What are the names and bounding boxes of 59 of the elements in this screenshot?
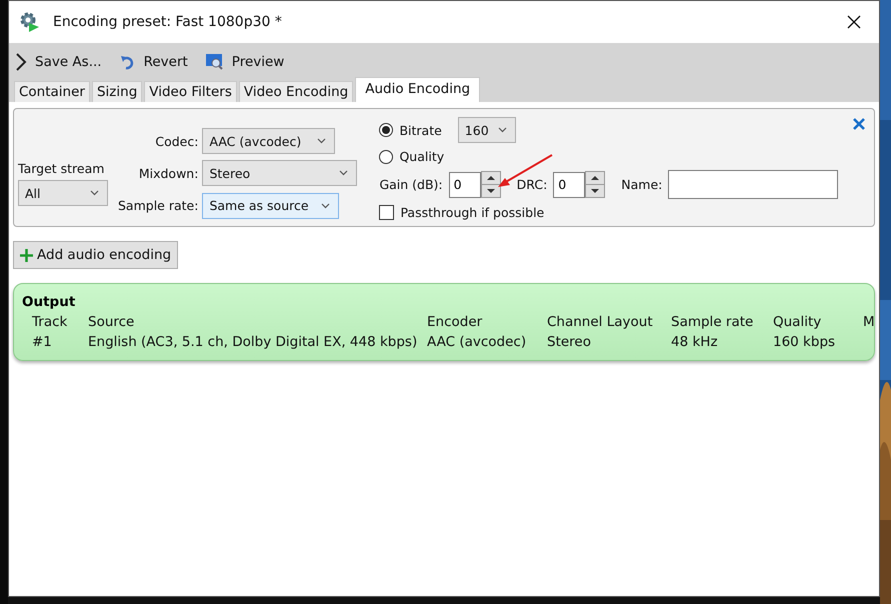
checkbox-label: Passthrough if possible xyxy=(400,205,544,220)
column-header: Channel Layout xyxy=(547,314,654,330)
codec-dropdown[interactable]: AAC (avcodec) xyxy=(202,128,336,154)
column-header: Source xyxy=(88,314,136,330)
field-label: Target stream xyxy=(18,161,106,176)
checkbox[interactable] xyxy=(379,205,394,220)
column-header: Track xyxy=(32,314,68,330)
window-title: Encoding preset: Fast 1080p30 * xyxy=(53,14,283,30)
preview-icon xyxy=(206,54,224,70)
gain-field[interactable]: 0 xyxy=(448,172,481,198)
target-stream-dropdown[interactable]: All xyxy=(18,180,108,206)
field-label: DRC: xyxy=(516,177,548,192)
tab[interactable]: Audio Encoding xyxy=(355,77,480,102)
spin-buttons[interactable] xyxy=(480,171,501,198)
chevron-down-icon xyxy=(498,127,507,133)
sample-rate-dropdown[interactable]: Same as source xyxy=(202,192,340,219)
table-cell-text: 160 kbps xyxy=(773,334,836,350)
column-header: Encoder xyxy=(427,314,484,330)
output-title: Output xyxy=(22,294,76,310)
toolbar-button[interactable]: Save As... xyxy=(15,52,102,72)
tab[interactable]: Container xyxy=(14,81,90,102)
chevron-down-icon xyxy=(321,202,330,209)
table-cell-text: #1 xyxy=(32,334,53,350)
toolbar-button[interactable]: Revert xyxy=(120,54,188,70)
radio-label: Bitrate xyxy=(399,122,442,138)
add-audio-encoding-button[interactable]: Add audio encoding xyxy=(13,241,178,269)
drc-field[interactable]: 0 xyxy=(553,172,586,198)
field-label: Mixdown: xyxy=(138,166,198,181)
field-label: Codec: xyxy=(154,134,198,149)
toolbar-button[interactable]: Preview xyxy=(206,54,284,70)
chevron-down-icon xyxy=(339,170,348,176)
table-cell-text: Stereo xyxy=(547,334,592,350)
field-label: Gain (dB): xyxy=(379,177,443,192)
undo-icon xyxy=(120,54,136,70)
table-cell-text: English (AC3, 5.1 ch, Dolby Digital EX, 448 kbps) xyxy=(88,334,418,350)
chevron-down-icon xyxy=(317,138,326,144)
column-header: Sample rate xyxy=(671,314,754,330)
mixdown-dropdown[interactable]: Stereo xyxy=(202,160,358,186)
tab[interactable]: Video Filters xyxy=(144,81,237,102)
field-label: Sample rate: xyxy=(118,198,198,214)
radio-label: Quality xyxy=(399,149,444,164)
bitrate-dropdown[interactable]: 160 xyxy=(458,117,516,143)
tab[interactable]: Video Encoding xyxy=(238,81,354,102)
chevron-down-icon xyxy=(90,190,99,196)
close-icon[interactable] xyxy=(852,117,866,131)
plus-icon xyxy=(20,248,33,262)
table-cell-text: AAC (avcodec) xyxy=(427,334,528,350)
name-field[interactable] xyxy=(668,170,838,199)
radio-button[interactable] xyxy=(379,123,394,137)
radio-button[interactable] xyxy=(379,150,394,164)
chevron-right-icon[interactable] xyxy=(15,52,27,72)
spin-buttons[interactable] xyxy=(585,171,606,198)
gear-icon xyxy=(19,11,41,33)
close-icon xyxy=(847,15,861,29)
tab[interactable]: Sizing xyxy=(92,81,142,102)
field-label: Name: xyxy=(621,177,662,192)
column-header: M xyxy=(863,314,874,330)
column-header: Quality xyxy=(773,314,822,330)
table-cell-text: 48 kHz xyxy=(671,334,719,350)
